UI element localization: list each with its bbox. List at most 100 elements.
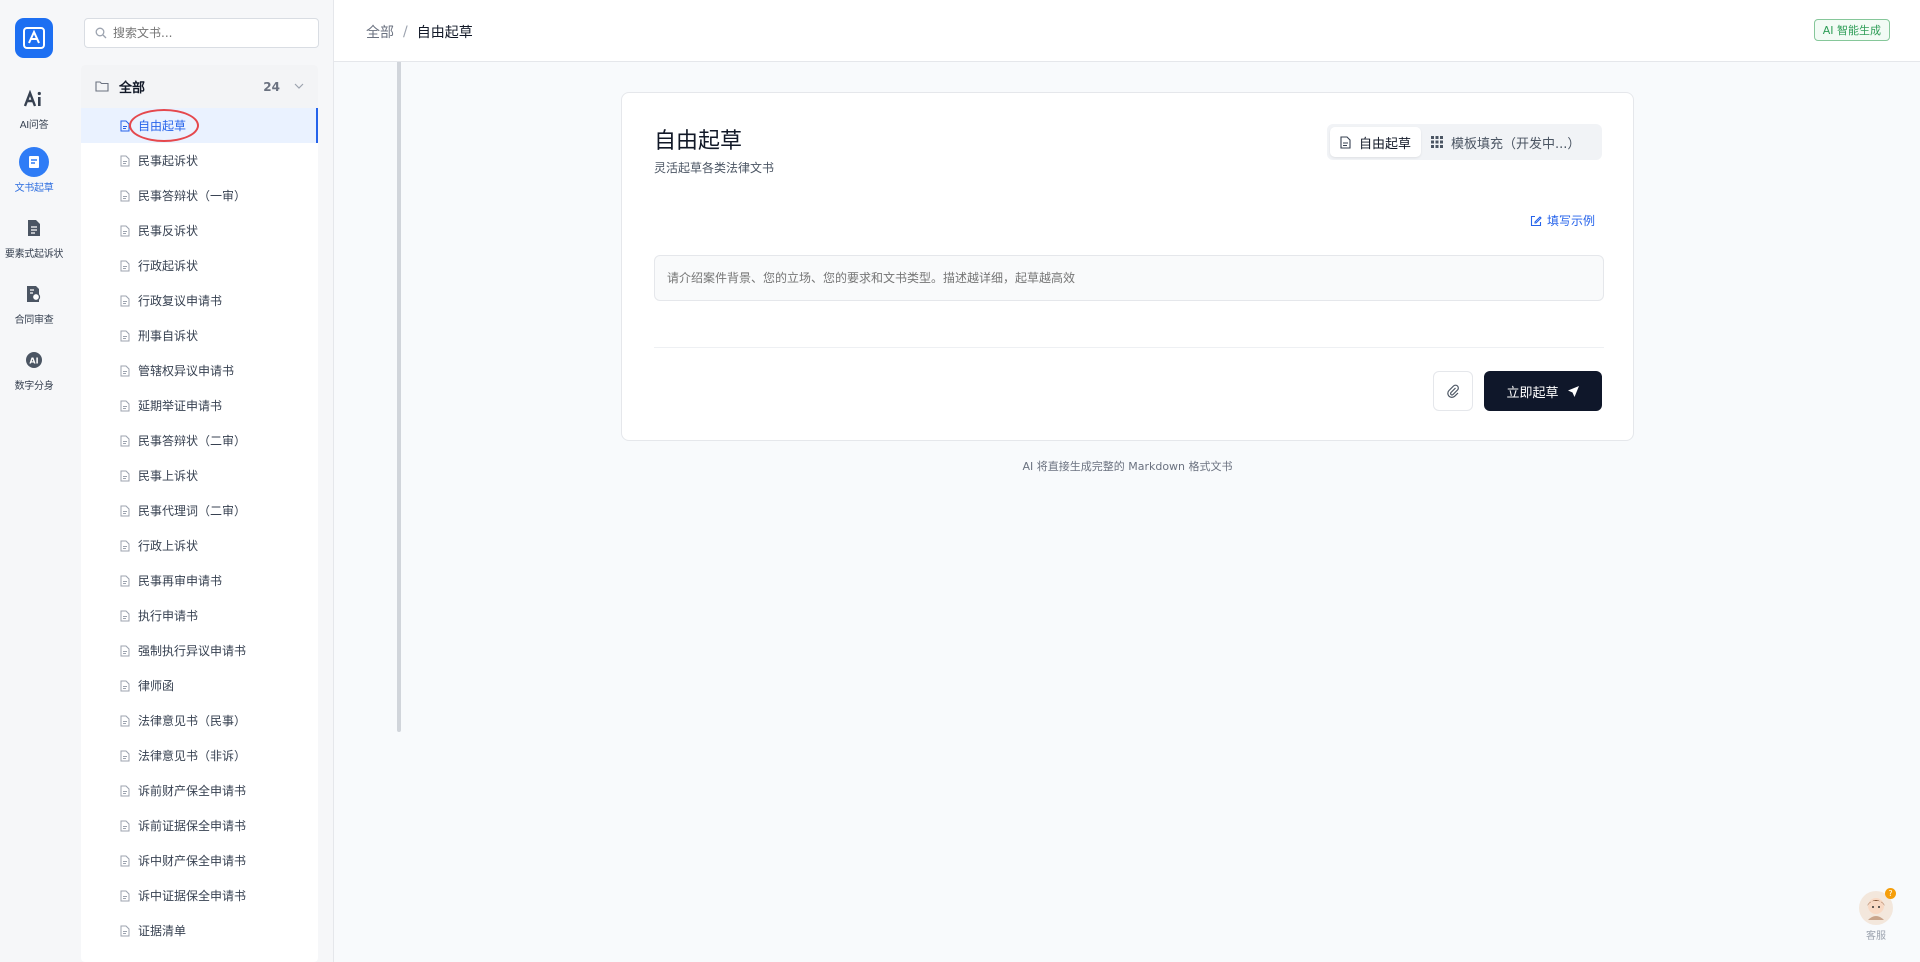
doc-item-label: 行政复议申请书	[138, 294, 223, 308]
customer-service-button[interactable]: ? 客服	[1856, 888, 1896, 942]
doc-item[interactable]: 诉中证据保全申请书	[81, 878, 318, 913]
document-icon	[120, 295, 130, 307]
edit-icon	[1530, 215, 1547, 227]
doc-item[interactable]: 法律意见书（民事）	[81, 703, 318, 738]
doc-item[interactable]: 自由起草	[81, 108, 318, 143]
rail-item-label: 要素式起诉状	[4, 249, 64, 260]
document-icon	[120, 575, 130, 587]
group-all[interactable]: 全部 24	[81, 65, 318, 108]
document-icon	[120, 820, 130, 832]
mode-template-fill-tab[interactable]: 模板填充（开发中...）	[1421, 127, 1590, 157]
doc-item[interactable]: 行政起诉状	[81, 248, 318, 283]
svg-text:AI: AI	[29, 357, 38, 366]
doc-item[interactable]: 管辖权异议申请书	[81, 353, 318, 388]
doc-item-label: 法律意见书（非诉）	[138, 749, 247, 763]
paperclip-icon	[1446, 384, 1460, 398]
doc-item[interactable]: 诉前证据保全申请书	[81, 808, 318, 843]
page-title: 自由起草	[654, 129, 743, 154]
rail-item-label: AI问答	[19, 120, 49, 131]
grid-icon	[1431, 136, 1451, 148]
doc-item-label: 强制执行异议申请书	[138, 644, 247, 658]
breadcrumb-root[interactable]: 全部	[366, 22, 394, 42]
doc-item[interactable]: 民事再审申请书	[81, 563, 318, 598]
doc-item[interactable]: 民事答辩状（二审）	[81, 423, 318, 458]
rail-item-document-draft[interactable]: 文书起草	[0, 147, 68, 194]
mode-switch: 自由起草 模板填充（开发中...）	[1327, 124, 1602, 160]
document-draft-icon	[19, 147, 49, 177]
doc-item-label: 民事再审申请书	[138, 574, 223, 588]
doc-item-label: 民事上诉状	[138, 469, 199, 483]
service-label: 客服	[1866, 931, 1886, 942]
doc-item[interactable]: 律师函	[81, 668, 318, 703]
service-avatar: ?	[1859, 888, 1896, 925]
document-icon	[120, 190, 130, 202]
prompt-input[interactable]	[667, 271, 1591, 285]
doc-item-label: 民事起诉状	[138, 154, 199, 168]
document-icon	[120, 890, 130, 902]
breadcrumb: 全部 / 自由起草	[366, 22, 473, 42]
output-format-note: AI 将直接生成完整的 Markdown 格式文书	[1022, 460, 1233, 473]
app-logo-icon[interactable]	[15, 18, 53, 58]
search-box[interactable]	[84, 18, 319, 48]
document-icon	[120, 225, 130, 237]
document-icon	[120, 400, 130, 412]
draft-now-button[interactable]: 立即起草	[1484, 371, 1602, 411]
doc-item[interactable]: 诉前财产保全申请书	[81, 773, 318, 808]
draft-card: 自由起草 灵活起草各类法律文书 自由起草 模板填充（开发中...） 填写示例 请…	[621, 92, 1634, 441]
attach-button[interactable]	[1433, 371, 1473, 411]
group-name: 全部	[119, 81, 146, 96]
doc-item-label: 刑事自诉状	[138, 329, 199, 343]
document-icon	[120, 505, 130, 517]
document-icon	[120, 715, 130, 727]
doc-item[interactable]: 民事上诉状	[81, 458, 318, 493]
chevron-down-icon[interactable]	[294, 81, 304, 92]
doc-item[interactable]: 延期举证申请书	[81, 388, 318, 423]
doc-item-label: 执行申请书	[138, 609, 199, 623]
document-list: 全部 24 自由起草民事起诉状民事答辩状（一审） 民事反诉状行政起诉状行政复议申请…	[81, 65, 318, 962]
rail-item-label: 文书起草	[14, 183, 54, 194]
ai-generate-badge: AI 智能生成	[1813, 19, 1890, 41]
doc-item-label: 管辖权异议申请书	[138, 364, 235, 378]
sidebar-scrollbar[interactable]	[397, 30, 401, 732]
doc-item-label: 诉前财产保全申请书	[138, 784, 247, 798]
search-input[interactable]	[113, 26, 313, 40]
doc-item[interactable]: 民事起诉状	[81, 143, 318, 178]
doc-item[interactable]: 强制执行异议申请书	[81, 633, 318, 668]
doc-item-label: 民事答辩状（一审）	[138, 189, 247, 203]
mode-free-draft-tab[interactable]: 自由起草	[1330, 127, 1422, 157]
document-icon	[120, 540, 130, 552]
document-icon	[120, 155, 130, 167]
digital-avatar-icon: AI	[19, 345, 49, 375]
doc-item[interactable]: 民事答辩状（一审）	[81, 178, 318, 213]
doc-item[interactable]: 民事代理词（二审）	[81, 493, 318, 528]
doc-item[interactable]: 行政复议申请书	[81, 283, 318, 318]
prompt-box[interactable]	[654, 255, 1604, 301]
doc-item[interactable]: 刑事自诉状	[81, 318, 318, 353]
breadcrumb-current: 自由起草	[416, 25, 473, 41]
annotation-circle	[129, 109, 199, 142]
ai-icon	[19, 84, 49, 114]
doc-item-label: 律师函	[138, 679, 175, 693]
document-icon	[120, 785, 130, 797]
folder-icon	[95, 77, 109, 96]
document-icon	[1340, 135, 1359, 149]
send-icon	[1559, 385, 1580, 398]
document-icon	[120, 645, 130, 657]
rail-item-contract-review[interactable]: 合同审查	[0, 279, 68, 326]
document-list-icon	[19, 213, 49, 243]
rail-item-digital-avatar[interactable]: AI 数字分身	[0, 345, 68, 392]
fill-example-link[interactable]: 填写示例	[1530, 212, 1595, 229]
document-icon	[120, 365, 130, 377]
rail-item-ai-qa[interactable]: AI问答	[0, 84, 68, 131]
fill-example-label: 填写示例	[1546, 214, 1595, 228]
doc-item[interactable]: 行政上诉状	[81, 528, 318, 563]
doc-item[interactable]: 民事反诉状	[81, 213, 318, 248]
doc-item[interactable]: 诉中财产保全申请书	[81, 843, 318, 878]
doc-item-label: 行政起诉状	[138, 259, 199, 273]
doc-item[interactable]: 证据清单	[81, 913, 318, 948]
doc-item[interactable]: 法律意见书（非诉）	[81, 738, 318, 773]
document-icon	[120, 330, 130, 342]
doc-item[interactable]: 执行申请书	[81, 598, 318, 633]
mode-template-label: 模板填充（开发中...）	[1451, 136, 1581, 152]
rail-item-element-complaint[interactable]: 要素式起诉状	[0, 213, 68, 260]
